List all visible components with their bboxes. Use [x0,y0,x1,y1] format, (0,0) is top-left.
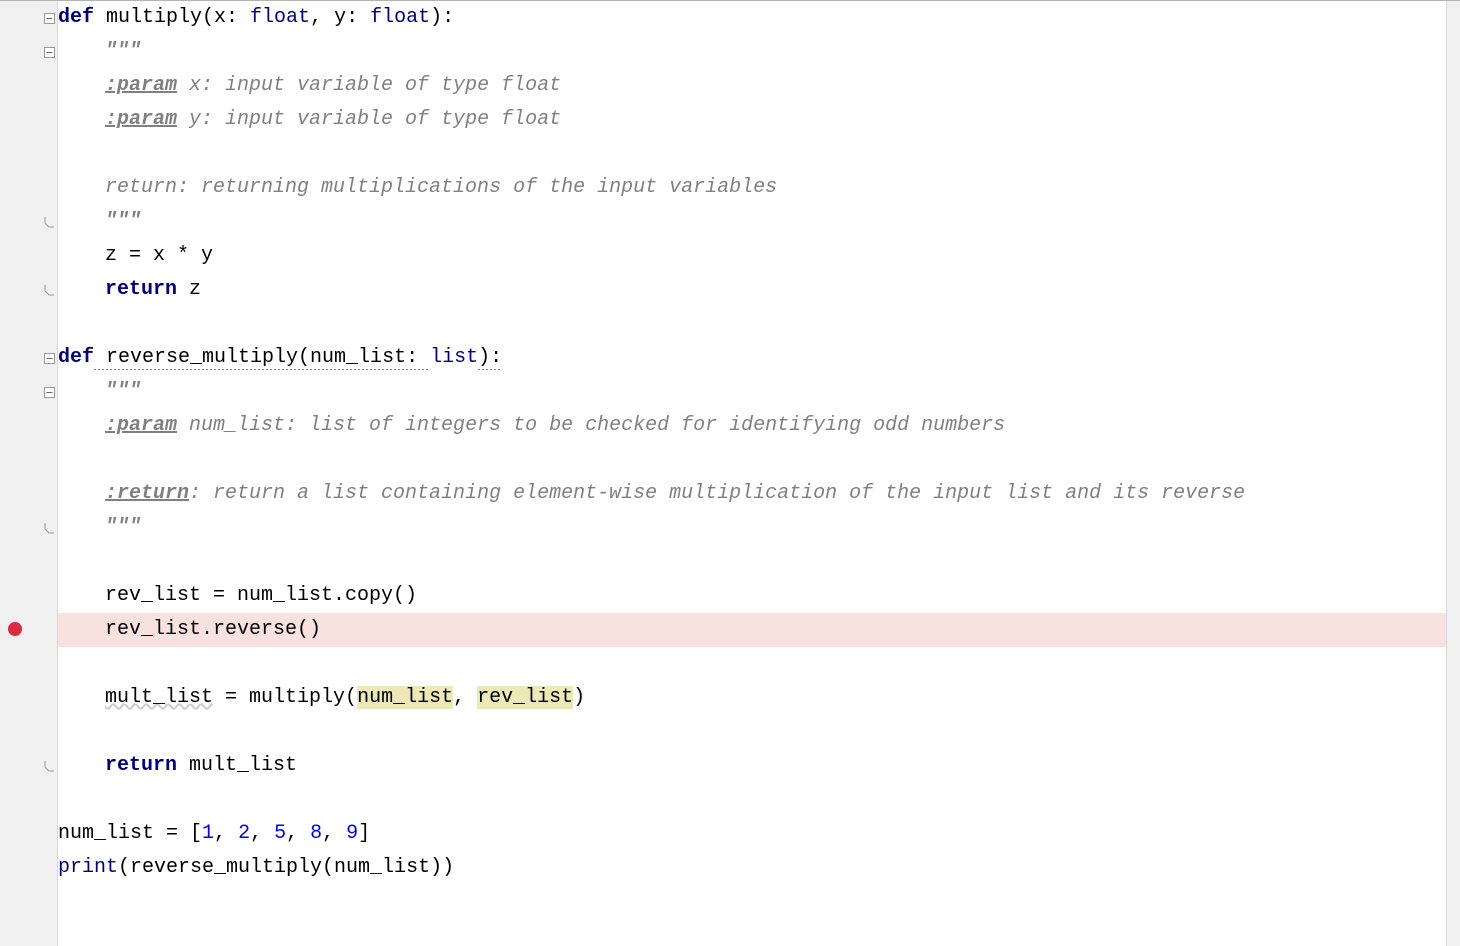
code-line[interactable]: def multiply(x: float, y: float): [58,1,1460,35]
text: , y: [310,6,370,29]
text: , [250,822,274,845]
docstring: """ [105,40,141,63]
code-line[interactable]: """ [58,375,1460,409]
keyword-def: def [58,6,94,29]
docstring: y: input variable of type float [177,108,561,131]
code-line[interactable]: def reverse_multiply(num_list: list): [58,341,1460,375]
code-line[interactable] [58,715,1460,749]
code-line[interactable]: mult_list = multiply(num_list, rev_list) [58,681,1460,715]
text: z [177,278,201,301]
text: , [322,822,346,845]
docstring: """ [105,380,141,403]
code-line[interactable] [58,783,1460,817]
number: 5 [274,822,286,845]
text: reverse_multiply(num_list: [94,346,430,370]
text: rev_list = num_list.copy() [105,584,417,607]
text: z = x * y [105,244,213,267]
text: num_list = [ [58,822,202,845]
doctag: :param [105,414,177,437]
keyword-return: return [105,278,177,301]
text: , [453,686,477,709]
code-line[interactable]: print(reverse_multiply(num_list)) [58,851,1460,885]
text: mult_list [177,754,297,777]
number: 9 [346,822,358,845]
code-line[interactable]: """ [58,35,1460,69]
docstring: : return a list containing element-wise … [189,482,1245,505]
code-line[interactable]: :param num_list: list of integers to be … [58,409,1460,443]
code-line[interactable] [58,443,1460,477]
code-area[interactable]: def multiply(x: float, y: float): """ :p… [58,1,1460,946]
gutter [0,1,58,946]
code-line[interactable]: """ [58,205,1460,239]
fold-end-icon[interactable] [43,216,55,228]
docstring: """ [105,210,141,233]
text: rev_list.reverse() [105,618,321,641]
type: float [370,6,430,29]
fold-minus-icon[interactable] [43,352,55,364]
doctag: :param [105,74,177,97]
number: 1 [202,822,214,845]
code-line[interactable] [58,545,1460,579]
code-line[interactable]: z = x * y [58,239,1460,273]
code-line-breakpoint[interactable]: rev_list.reverse() [58,613,1460,647]
breakpoint-marker[interactable] [8,622,22,636]
fold-end-icon[interactable] [43,522,55,534]
text: , [286,822,310,845]
doctag: :return [105,482,189,505]
code-line[interactable]: return: returning multiplications of the… [58,171,1460,205]
code-line[interactable]: :param y: input variable of type float [58,103,1460,137]
number: 8 [310,822,322,845]
text: ) [573,686,585,709]
code-editor: def multiply(x: float, y: float): """ :p… [0,0,1460,946]
code-line[interactable]: :param x: input variable of type float [58,69,1460,103]
docstring: """ [105,516,141,539]
marker-strip[interactable] [1446,1,1460,946]
text: (reverse_multiply(num_list)) [118,856,454,879]
code-line[interactable] [58,137,1460,171]
number: 2 [238,822,250,845]
text: ): [430,6,454,29]
docstring: x: input variable of type float [177,74,561,97]
code-line[interactable] [58,647,1460,681]
text: = multiply( [213,686,357,709]
builtin: print [58,856,118,879]
text: ): [478,346,502,370]
fold-minus-icon[interactable] [43,386,55,398]
code-line[interactable]: rev_list = num_list.copy() [58,579,1460,613]
fold-minus-icon[interactable] [43,46,55,58]
doctag: :param [105,108,177,131]
code-line[interactable]: return z [58,273,1460,307]
text: mult_list [105,686,213,709]
text: , [214,822,238,845]
code-line[interactable]: :return: return a list containing elemen… [58,477,1460,511]
code-line[interactable]: return mult_list [58,749,1460,783]
highlighted-arg: rev_list [477,686,573,709]
text: multiply(x: [94,6,250,29]
docstring: return: returning multiplications of the… [105,176,777,199]
keyword-return: return [105,754,177,777]
fold-minus-icon[interactable] [43,12,55,24]
type: list [430,346,478,369]
code-line[interactable] [58,307,1460,341]
type: float [250,6,310,29]
keyword-def: def [58,346,94,369]
fold-end-icon[interactable] [43,760,55,772]
text: ] [358,822,370,845]
highlighted-arg: num_list [357,686,453,709]
code-line[interactable]: """ [58,511,1460,545]
docstring: num_list: list of integers to be checked… [177,414,1005,437]
fold-end-icon[interactable] [43,284,55,296]
code-line[interactable]: num_list = [1, 2, 5, 8, 9] [58,817,1460,851]
